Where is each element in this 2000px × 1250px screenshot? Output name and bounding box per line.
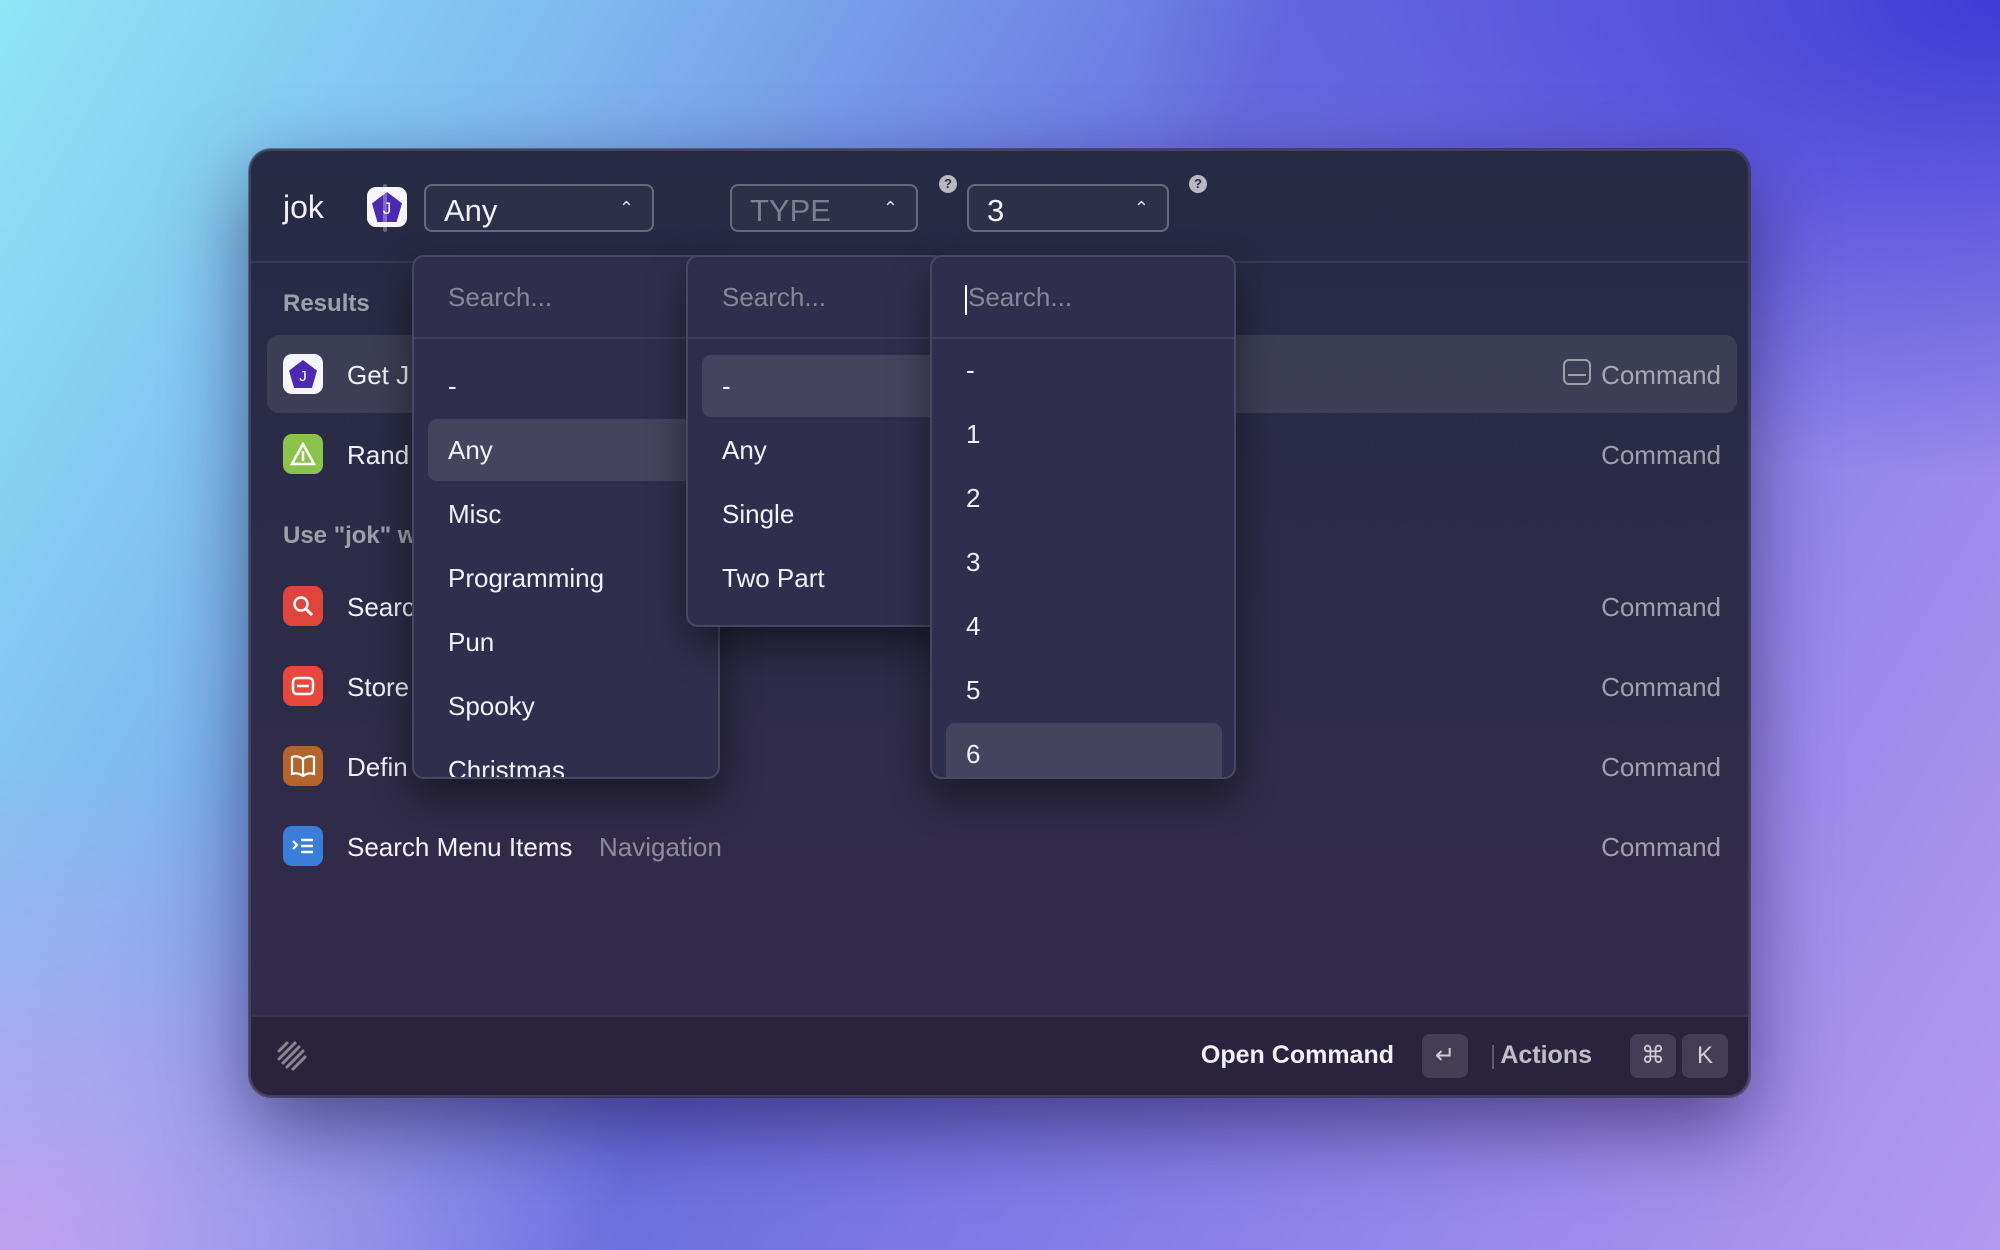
fallback-row[interactable]: Search Menu Items Navigation Command: [267, 807, 1737, 885]
menu-option[interactable]: 1: [946, 403, 1222, 465]
result-title: Defin: [347, 752, 408, 782]
disk-icon: [1563, 359, 1591, 385]
search-query[interactable]: jok: [283, 189, 324, 226]
result-kind: Command: [1601, 440, 1721, 470]
raycast-logo-icon[interactable]: [275, 1039, 309, 1073]
menu-option[interactable]: Christmas: [428, 739, 708, 777]
primary-action-label[interactable]: Open Command: [1201, 1041, 1394, 1070]
amount-dropdown-value: 3: [987, 193, 1005, 228]
menu-option[interactable]: -: [946, 339, 1222, 401]
category-dropdown[interactable]: Any ⌃: [424, 184, 654, 232]
result-kind: Command: [1601, 752, 1721, 782]
category-search-input[interactable]: [448, 277, 692, 317]
menu-option-selected[interactable]: Any: [428, 419, 708, 481]
amount-menu: - 1 2 3 4 5 6: [930, 255, 1236, 779]
result-title: Rand: [347, 440, 410, 470]
menu-option[interactable]: Pun: [428, 611, 708, 673]
magnifier-icon: [283, 586, 323, 626]
menu-option[interactable]: 3: [946, 531, 1222, 593]
result-title: Get J: [347, 360, 410, 390]
chevron-up-icon: ⌃: [1133, 198, 1149, 218]
result-kind: Command: [1601, 360, 1721, 390]
amount-help-icon[interactable]: ?: [1189, 175, 1207, 193]
cmd-key-badge: ⌘: [1630, 1034, 1676, 1078]
menu-option-selected[interactable]: -: [702, 355, 942, 417]
category-menu-search: [414, 257, 718, 339]
result-subtitle: Navigation: [599, 832, 722, 862]
category-dropdown-value: Any: [444, 193, 498, 228]
results-section-title: Results: [283, 290, 370, 317]
text-cursor: [965, 285, 967, 315]
chevron-up-icon: ⌃: [618, 198, 634, 218]
type-search-input[interactable]: [722, 277, 927, 317]
menu-option[interactable]: 2: [946, 467, 1222, 529]
menu-option[interactable]: 5: [946, 659, 1222, 721]
amount-menu-search: [932, 257, 1234, 339]
footer-divider: [1492, 1045, 1494, 1069]
enter-key-badge: ↵: [1422, 1034, 1468, 1078]
result-title: Searc: [347, 592, 415, 622]
type-menu-search: [688, 257, 944, 339]
result-title: Store: [347, 672, 410, 702]
menu-option[interactable]: Two Part: [702, 547, 942, 609]
list-icon: [283, 826, 323, 866]
result-kind: Command: [1601, 832, 1721, 862]
store-icon: [283, 666, 323, 706]
menu-option[interactable]: -: [428, 355, 708, 417]
fallback-section-title: Use "jok" w: [283, 522, 417, 549]
search-bar: jok J Any ⌃ TYPE ⌃ ? 3 ⌃ ?: [251, 151, 1748, 263]
k-key-badge: K: [1682, 1034, 1728, 1078]
menu-option[interactable]: Spooky: [428, 675, 708, 737]
actions-button[interactable]: Actions: [1500, 1041, 1592, 1070]
result-title: Search Menu Items: [347, 832, 573, 862]
book-icon: [283, 746, 323, 786]
result-kind: Command: [1601, 592, 1721, 622]
type-dropdown[interactable]: TYPE ⌃: [730, 184, 918, 232]
action-bar: Open Command ↵ Actions ⌘ K: [251, 1015, 1748, 1095]
spacer: [383, 184, 387, 232]
joke-pentagon-icon: J: [367, 187, 407, 227]
menu-option[interactable]: Misc: [428, 483, 708, 545]
category-menu: - Any Misc Programming Pun Spooky Christ…: [412, 255, 720, 779]
amount-search-input[interactable]: [968, 277, 1210, 317]
type-menu: - Any Single Two Part: [686, 255, 946, 627]
chevron-up-icon: ⌃: [882, 198, 898, 218]
menu-option[interactable]: Programming: [428, 547, 708, 609]
type-help-icon[interactable]: ?: [939, 175, 957, 193]
type-dropdown-placeholder: TYPE: [750, 193, 831, 228]
menu-option-selected[interactable]: 6: [946, 723, 1222, 777]
joke-pentagon-icon: J: [283, 354, 323, 394]
warning-triangle-icon: [283, 434, 323, 474]
result-kind: Command: [1601, 672, 1721, 702]
menu-option[interactable]: Single: [702, 483, 942, 545]
menu-option[interactable]: 4: [946, 595, 1222, 657]
menu-option[interactable]: Any: [702, 419, 942, 481]
amount-dropdown[interactable]: 3 ⌃: [967, 184, 1169, 232]
